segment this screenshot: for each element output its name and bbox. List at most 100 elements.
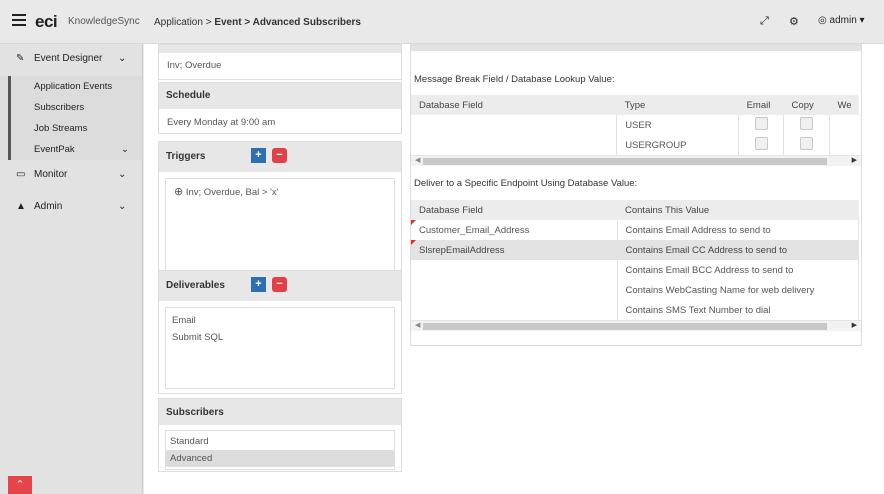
copy-checkbox[interactable] <box>800 137 814 150</box>
table-cell[interactable] <box>411 260 618 280</box>
horizontal-scrollbar[interactable]: ◀ ▶ <box>411 320 861 331</box>
table-cell[interactable]: USERGROUP <box>616 135 740 155</box>
nav-label: Monitor <box>34 169 68 180</box>
schedule-value[interactable]: Every Monday at 9:00 am <box>159 109 401 134</box>
message-break-table-wrap: Database Field Type Email Copy We USER U… <box>411 95 859 155</box>
nav-event-designer[interactable]: ✎ Event Designer ⌄ <box>0 44 142 76</box>
hamburger-menu-icon[interactable] <box>12 14 26 26</box>
schedule-title: Schedule <box>159 83 401 109</box>
event-designer-submenu: Application Events Subscribers Job Strea… <box>0 76 142 160</box>
list-item[interactable]: Email <box>166 312 394 329</box>
column-header[interactable]: We <box>829 95 859 115</box>
nav-label: EventPak <box>34 144 75 155</box>
nav-admin[interactable]: ▲ Admin ⌄ <box>0 192 142 224</box>
table-row[interactable]: USERGROUP <box>411 135 859 155</box>
subscribers-title: Subscribers <box>159 399 401 425</box>
deliverables-list: Email Submit SQL <box>165 307 395 389</box>
column-header[interactable]: Contains This Value <box>617 200 859 220</box>
table-cell: SlsrepEmailAddress <box>419 244 505 256</box>
caret-down-icon: ▾ <box>859 15 865 26</box>
breadcrumb-current: Advanced Subscribers <box>252 17 361 28</box>
event-name-value: Inv; Overdue <box>167 60 222 71</box>
user-menu[interactable]: ◎ admin ▾ <box>818 15 865 26</box>
user-icon: ▲ <box>16 201 26 212</box>
triggers-title: Triggers <box>166 151 206 162</box>
add-deliverable-button[interactable]: + <box>251 277 266 292</box>
table-cell[interactable] <box>411 115 618 135</box>
brand-logo: eci <box>35 12 58 31</box>
sidebar-item-application-events[interactable]: Application Events <box>8 76 142 97</box>
scroll-to-top-button[interactable]: ⌃ <box>8 476 32 494</box>
triggers-header: Triggers + − <box>159 142 401 172</box>
message-break-title: Message Break Field / Database Lookup Va… <box>414 74 615 85</box>
remove-trigger-button[interactable]: − <box>272 148 287 163</box>
delivery-settings-panel: Message Break Field / Database Lookup Va… <box>410 44 862 346</box>
table-cell[interactable]: Contains Email BCC Address to send to <box>617 260 859 280</box>
table-cell[interactable] <box>411 280 618 300</box>
nav-label: Admin <box>34 201 63 212</box>
edit-icon: ✎ <box>16 53 25 64</box>
nav-monitor[interactable]: ▭ Monitor ⌄ <box>0 160 142 192</box>
chevron-down-icon: ⌄ <box>121 144 129 155</box>
list-item[interactable]: ⊕ Inv; Overdue, Bal > 'x' <box>166 179 394 204</box>
endpoint-table: Database Field Contains This Value Custo… <box>411 200 859 320</box>
fullscreen-icon[interactable]: ⤢ <box>760 15 769 28</box>
remove-deliverable-button[interactable]: − <box>272 277 287 292</box>
copy-checkbox[interactable] <box>800 117 814 130</box>
scroll-right-icon[interactable]: ▶ <box>852 156 857 164</box>
table-row[interactable]: Contains SMS Text Number to dial <box>411 300 859 320</box>
table-row[interactable]: USER <box>411 115 859 135</box>
scroll-left-icon[interactable]: ◀ <box>415 156 420 164</box>
table-cell[interactable]: Contains Email CC Address to send to <box>617 240 859 260</box>
table-row[interactable]: Contains WebCasting Name for web deliver… <box>411 280 859 300</box>
table-row-selected[interactable]: SlsrepEmailAddress Contains Email CC Add… <box>411 240 859 260</box>
endpoint-title: Deliver to a Specific Endpoint Using Dat… <box>414 178 638 189</box>
email-checkbox[interactable] <box>754 137 768 150</box>
table-cell[interactable]: Contains Email Address to send to <box>617 220 859 240</box>
deliverables-title: Deliverables <box>166 280 225 291</box>
email-checkbox[interactable] <box>754 117 768 130</box>
table-row[interactable]: Contains Email BCC Address to send to <box>411 260 859 280</box>
table-cell[interactable] <box>411 300 618 320</box>
gear-icon[interactable]: ⚙ <box>789 15 799 28</box>
message-break-table: Database Field Type Email Copy We USER U… <box>411 95 859 155</box>
table-cell[interactable]: Contains WebCasting Name for web deliver… <box>617 280 859 300</box>
chevron-down-icon: ⌄ <box>118 53 127 64</box>
table-cell[interactable]: Contains SMS Text Number to dial <box>617 300 859 320</box>
sidebar: ✎ Event Designer ⌄ Application Events Sub… <box>0 44 143 494</box>
column-header[interactable]: Database Field <box>411 95 617 115</box>
scrollbar-thumb[interactable] <box>423 323 827 330</box>
column-header[interactable]: Database Field <box>411 200 617 220</box>
column-header[interactable]: Email <box>738 95 784 115</box>
list-item[interactable]: Standard <box>166 433 394 450</box>
table-row[interactable]: Customer_Email_Address Contains Email Ad… <box>411 220 859 240</box>
column-header[interactable]: Type <box>616 95 739 115</box>
crosshair-icon: ⊕ <box>174 186 184 198</box>
sidebar-item-subscribers[interactable]: Subscribers <box>8 97 142 118</box>
scroll-left-icon[interactable]: ◀ <box>415 321 420 329</box>
brand-product-name: KnowledgeSync <box>68 16 140 27</box>
breadcrumb-application[interactable]: Application > <box>154 17 214 28</box>
trigger-label: Inv; Overdue, Bal > 'x' <box>185 187 279 198</box>
breadcrumb-separator: > <box>241 17 253 28</box>
table-cell[interactable]: USER <box>616 115 740 135</box>
monitor-icon: ▭ <box>16 169 26 180</box>
event-name-panel: Inv; Overdue <box>158 44 402 80</box>
edited-flag-icon <box>411 220 416 225</box>
breadcrumb-event[interactable]: Event <box>214 17 241 28</box>
schedule-panel: Schedule Every Monday at 9:00 am <box>158 82 402 134</box>
sidebar-item-job-streams[interactable]: Job Streams <box>8 118 142 139</box>
scroll-right-icon[interactable]: ▶ <box>852 321 857 329</box>
edited-flag-icon <box>411 240 416 245</box>
list-item[interactable]: Submit SQL <box>166 329 394 346</box>
user-name: admin <box>829 15 857 26</box>
horizontal-scrollbar[interactable]: ◀ ▶ <box>411 155 861 166</box>
subscribers-list: Standard Advanced <box>165 430 395 470</box>
scrollbar-thumb[interactable] <box>423 158 827 165</box>
add-trigger-button[interactable]: + <box>251 148 266 163</box>
chevron-down-icon: ⌄ <box>118 169 127 180</box>
list-item-selected[interactable]: Advanced <box>166 450 394 467</box>
table-cell[interactable] <box>411 135 618 155</box>
column-header[interactable]: Copy <box>783 95 830 115</box>
sidebar-item-eventpak[interactable]: EventPak ⌄ <box>8 139 142 160</box>
